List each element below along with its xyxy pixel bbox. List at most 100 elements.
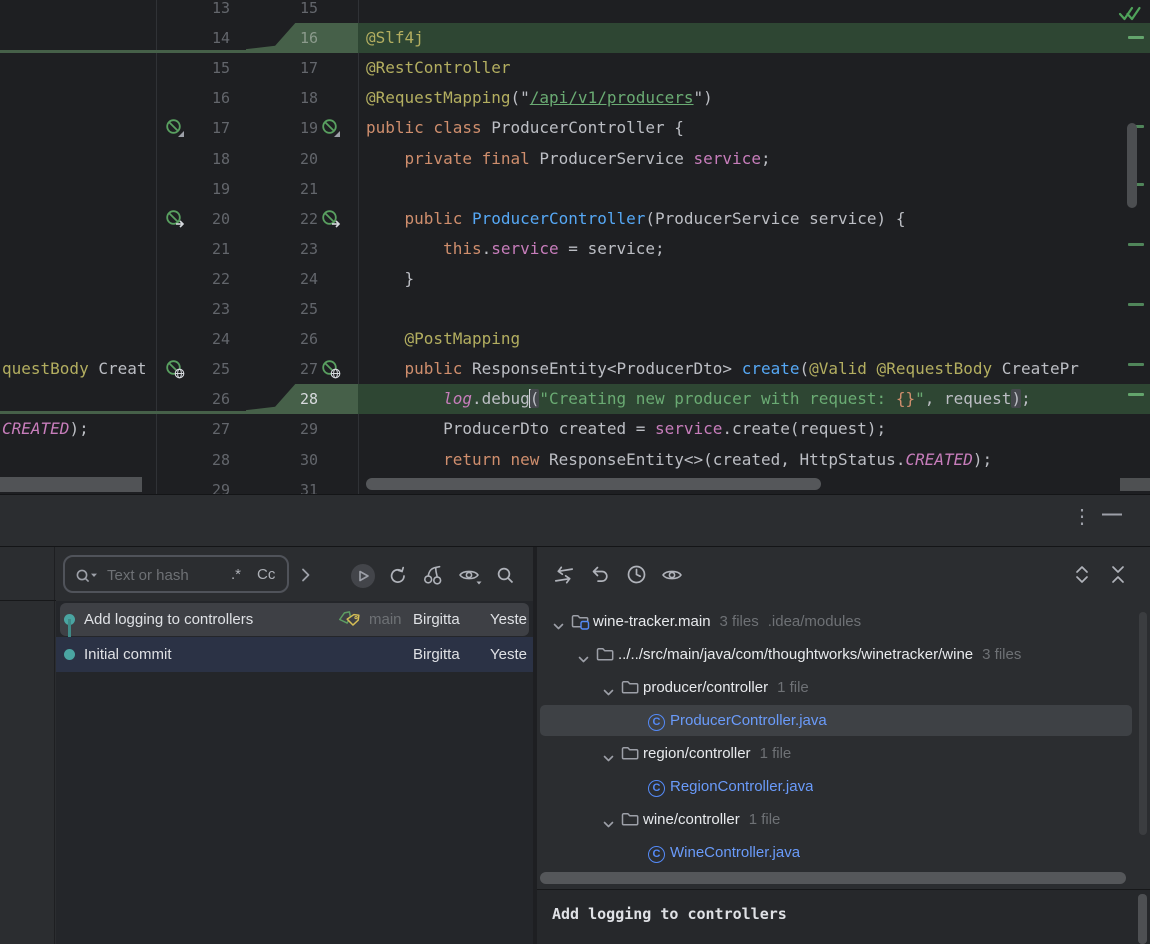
lombok-icon[interactable] <box>321 118 341 138</box>
line-number-right: 19 <box>244 113 318 143</box>
editor-horizontal-scrollbar[interactable] <box>366 478 821 490</box>
editor-vertical-scrollbar[interactable] <box>1127 123 1137 208</box>
code-line[interactable]: public ProducerController(ProducerServic… <box>358 204 1150 234</box>
code-line[interactable]: public class ProducerController { <box>358 113 1150 143</box>
tree-row[interactable]: ../../src/main/java/com/thoughtworks/win… <box>537 638 1150 671</box>
log-search-field[interactable]: .* Cc <box>63 555 289 593</box>
lombok-arrow-icon[interactable] <box>321 209 341 229</box>
commit-row[interactable]: Add logging to controllersmainBirgittaYe… <box>56 602 533 637</box>
diff-right-pane[interactable]: @Slf4j @RestController @RequestMapping("/a… <box>358 0 1150 494</box>
code-line[interactable] <box>358 174 1150 204</box>
search-input[interactable] <box>105 560 227 590</box>
left-pane-horizontal-scrollbar[interactable] <box>0 477 142 492</box>
tree-row[interactable]: CWineController.java <box>537 836 1150 869</box>
files-count: 1 file <box>777 679 809 696</box>
expand-all-icon[interactable] <box>1073 564 1091 590</box>
gutter-row: 2426 <box>156 324 358 354</box>
code-line[interactable]: return new ResponseEntity<>(created, Htt… <box>358 445 1150 475</box>
rollback-icon[interactable] <box>589 565 611 590</box>
left-code-line[interactable]: CREATED); <box>2 414 156 444</box>
branch-label[interactable]: main <box>369 602 402 637</box>
inspections-ok-icon[interactable] <box>1118 2 1146 29</box>
match-case-toggle[interactable]: Cc <box>257 564 275 586</box>
lombok-globe-icon[interactable] <box>165 359 185 379</box>
chevron-down-icon[interactable] <box>553 618 564 636</box>
code-line[interactable]: public ResponseEntity<ProducerDto> creat… <box>358 354 1150 384</box>
label-text: wine-tracker.main <box>593 613 711 630</box>
find-icon[interactable] <box>496 566 515 590</box>
hide-panel-icon[interactable]: — <box>1102 503 1122 526</box>
code-token: Creat <box>89 359 147 378</box>
graph-node <box>64 649 75 660</box>
compare-icon[interactable] <box>551 565 577 590</box>
cherry-pick-icon[interactable] <box>422 564 444 590</box>
tree-row[interactable]: producer/controller1 file <box>537 671 1150 704</box>
code-token: " <box>915 389 925 408</box>
change-stripe-mark[interactable] <box>1128 363 1144 366</box>
go-to-hash-play-button[interactable] <box>350 563 376 594</box>
history-icon[interactable] <box>626 564 647 590</box>
refresh-icon[interactable] <box>388 566 408 591</box>
left-code-line[interactable]: questBody Creat <box>2 354 156 384</box>
gutter-row: 2931 <box>156 475 358 494</box>
code-token: questBody <box>2 359 89 378</box>
chevron-down-icon[interactable] <box>603 684 614 702</box>
branch-tag-icon[interactable] <box>338 611 366 634</box>
lombok-globe-icon[interactable] <box>321 359 341 379</box>
change-stripe-mark[interactable] <box>1128 303 1144 306</box>
tree-row[interactable]: CProducerController.java <box>537 704 1150 737</box>
code-line[interactable]: @RestController <box>358 53 1150 83</box>
eye-filter-icon[interactable] <box>458 567 482 590</box>
code-line[interactable]: @PostMapping <box>358 324 1150 354</box>
code-line[interactable]: @RequestMapping("/api/v1/producers") <box>358 83 1150 113</box>
tree-row[interactable]: wine/controller1 file <box>537 803 1150 836</box>
line-number-right: 29 <box>244 414 318 444</box>
regex-toggle[interactable]: .* <box>231 564 241 586</box>
folder-icon <box>621 812 639 832</box>
gutter-row: 1719 <box>156 113 358 143</box>
code-line[interactable]: @Slf4j <box>358 23 1150 53</box>
change-stripe-mark[interactable] <box>1128 36 1144 39</box>
collapse-all-icon[interactable] <box>1109 564 1127 590</box>
chevron-down-icon[interactable] <box>603 816 614 834</box>
commit-date: Yeste <box>490 602 527 637</box>
tree-vertical-scrollbar[interactable] <box>1139 612 1147 835</box>
preview-diff-eye-icon[interactable] <box>661 567 685 590</box>
code-token: /api/v1/producers <box>530 88 694 107</box>
code-line[interactable] <box>358 0 1150 23</box>
folder-icon <box>621 680 639 700</box>
code-line[interactable]: log.debug("Creating new producer with re… <box>358 384 1150 414</box>
tree-row[interactable]: CRegionController.java <box>537 770 1150 803</box>
chevron-down-icon[interactable] <box>603 750 614 768</box>
java-class-icon: C <box>648 778 665 797</box>
code-token: ; <box>1021 389 1031 408</box>
lombok-icon[interactable] <box>165 118 185 138</box>
gutter-row: 2830 <box>156 445 358 475</box>
chevron-down-icon[interactable] <box>578 651 589 669</box>
change-stripe-mark[interactable] <box>1128 243 1144 246</box>
commit-row[interactable]: Initial commitBirgittaYeste <box>56 637 533 672</box>
code-line[interactable]: ProducerDto created = service.create(req… <box>358 414 1150 444</box>
tree-horizontal-scrollbar[interactable] <box>540 872 1126 884</box>
code-line[interactable]: this.service = service; <box>358 234 1150 264</box>
line-number-right: 21 <box>244 174 318 204</box>
directory-name: wine-tracker.main3 files.idea/modules <box>593 605 861 638</box>
code-line[interactable]: private final ProducerService service; <box>358 144 1150 174</box>
line-number-right: 20 <box>244 144 318 174</box>
code-line[interactable] <box>358 294 1150 324</box>
code-token: this <box>443 239 482 258</box>
diff-left-pane[interactable]: questBody Creat CREATED); <box>0 0 156 494</box>
lombok-arrow-icon[interactable] <box>165 209 185 229</box>
change-stripe-mark[interactable] <box>1128 393 1144 396</box>
chevron-right-icon[interactable] <box>301 568 311 587</box>
search-icon[interactable] <box>75 567 99 590</box>
tree-row[interactable]: wine-tracker.main3 files.idea/modules <box>537 605 1150 638</box>
tree-row[interactable]: region/controller1 file <box>537 737 1150 770</box>
line-number-left: 28 <box>156 445 230 475</box>
files-count: 1 file <box>760 745 792 762</box>
files-count: 1 file <box>749 811 781 828</box>
code-token: @RestController <box>366 58 511 77</box>
code-line[interactable]: } <box>358 264 1150 294</box>
more-options-icon[interactable]: ⋮ <box>1072 504 1092 530</box>
message-vertical-scrollbar[interactable] <box>1138 894 1147 944</box>
